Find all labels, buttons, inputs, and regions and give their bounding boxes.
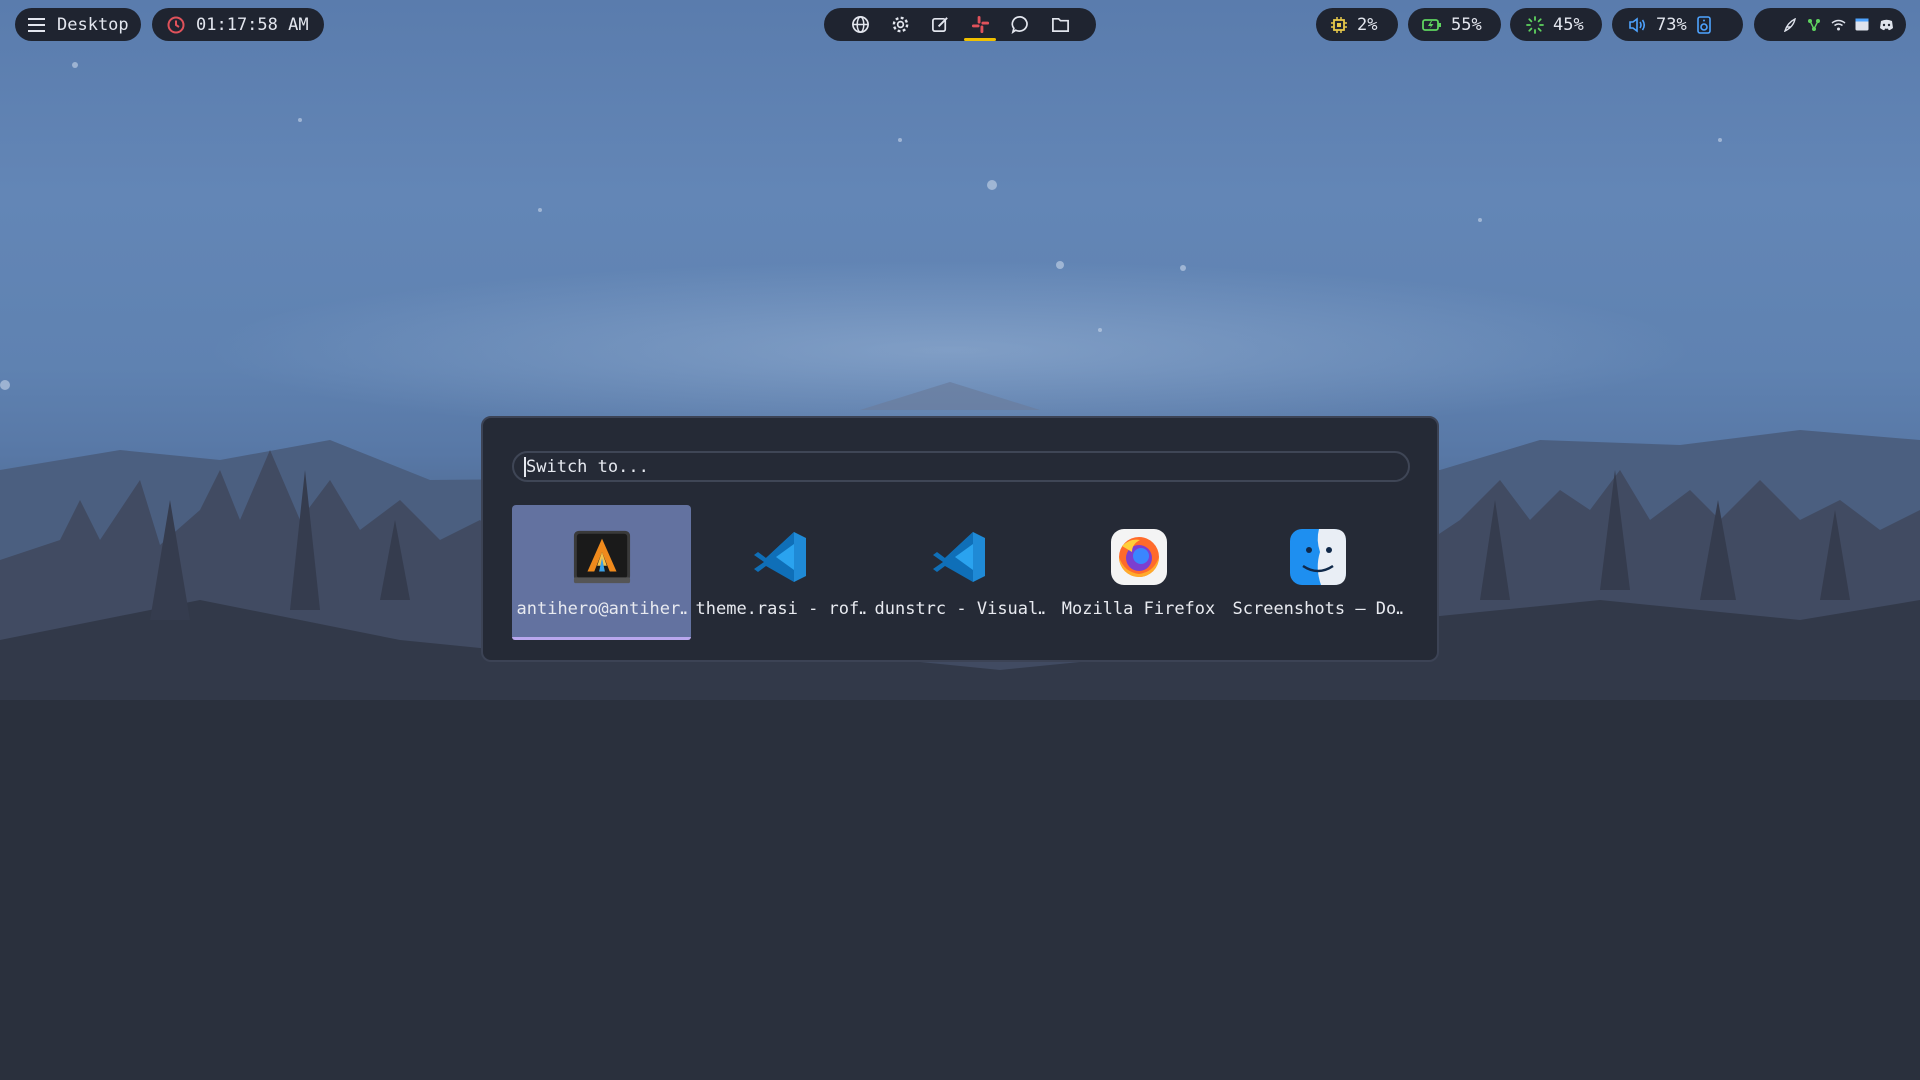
chat-bubble-icon bbox=[1010, 15, 1030, 34]
brightness-icon bbox=[1526, 15, 1544, 34]
switcher-item-firefox[interactable]: Mozilla Firefox bbox=[1049, 505, 1228, 640]
volume-icon bbox=[1628, 16, 1647, 33]
switcher-search-input[interactable] bbox=[524, 456, 1386, 477]
switcher-item-label: antihero@antiher… bbox=[516, 599, 687, 619]
clock-time: 01:17:58 AM bbox=[196, 14, 309, 35]
cpu-widget[interactable]: 2% bbox=[1316, 8, 1398, 41]
gear-icon bbox=[891, 15, 910, 34]
window-switcher: antihero@antiher… theme.rasi - rof… bbox=[481, 416, 1439, 662]
slack-icon bbox=[971, 15, 990, 34]
wifi-icon bbox=[1831, 19, 1846, 31]
vscode-icon bbox=[930, 527, 990, 587]
switcher-item-vscode-theme[interactable]: theme.rasi - rof… bbox=[691, 505, 870, 640]
battery-charging-icon bbox=[1422, 18, 1442, 32]
edit-icon bbox=[931, 15, 950, 34]
system-tray bbox=[1754, 8, 1906, 41]
switcher-item-label: dunstrc - Visual… bbox=[874, 599, 1045, 619]
clock-widget[interactable]: 01:17:58 AM bbox=[152, 8, 324, 41]
brightness-level: 45% bbox=[1553, 14, 1584, 35]
dock-slack-button[interactable] bbox=[960, 8, 1000, 41]
alacritty-terminal-icon bbox=[572, 527, 632, 587]
globe-icon bbox=[851, 15, 870, 34]
tray-app-2[interactable] bbox=[1802, 8, 1826, 41]
folder-icon bbox=[1051, 15, 1070, 34]
vscode-icon bbox=[751, 527, 811, 587]
app-dock bbox=[824, 8, 1096, 41]
tray-app-3[interactable] bbox=[1850, 8, 1874, 41]
switcher-item-vscode-dunstrc[interactable]: dunstrc - Visual… bbox=[870, 505, 1049, 640]
switcher-item-terminal[interactable]: antihero@antiher… bbox=[512, 505, 691, 640]
hamburger-menu-icon bbox=[28, 17, 45, 32]
switcher-search-box[interactable] bbox=[512, 451, 1410, 482]
feather-icon bbox=[1783, 17, 1797, 32]
battery-level: 55% bbox=[1451, 14, 1482, 35]
dock-settings-button[interactable] bbox=[880, 8, 920, 41]
dock-browser-button[interactable] bbox=[840, 8, 880, 41]
switcher-item-label: Mozilla Firefox bbox=[1061, 599, 1216, 619]
desktop-label: Desktop bbox=[57, 14, 129, 35]
window-icon bbox=[1855, 18, 1869, 31]
network-tree-icon bbox=[1807, 18, 1821, 32]
brightness-widget[interactable]: 45% bbox=[1510, 8, 1602, 41]
dock-chat-button[interactable] bbox=[1000, 8, 1040, 41]
volume-widget[interactable]: 73% bbox=[1612, 8, 1743, 41]
switcher-item-label: theme.rasi - rof… bbox=[695, 599, 866, 619]
tray-wifi[interactable] bbox=[1826, 8, 1850, 41]
finder-icon bbox=[1288, 527, 1348, 587]
volume-level: 73% bbox=[1656, 14, 1687, 35]
cpu-usage: 2% bbox=[1357, 14, 1378, 35]
dock-files-button[interactable] bbox=[1040, 8, 1080, 41]
clock-icon bbox=[167, 16, 185, 34]
desktop-menu-button[interactable]: Desktop bbox=[15, 8, 141, 41]
tray-discord[interactable] bbox=[1874, 8, 1898, 41]
firefox-icon bbox=[1109, 527, 1169, 587]
dock-editor-button[interactable] bbox=[920, 8, 960, 41]
switcher-window-list: antihero@antiher… theme.rasi - rof… duns… bbox=[512, 505, 1407, 640]
switcher-item-screenshots[interactable]: Screenshots — Do… bbox=[1228, 505, 1407, 640]
switcher-item-label: Screenshots — Do… bbox=[1232, 599, 1403, 619]
discord-icon bbox=[1879, 19, 1894, 31]
cpu-chip-icon bbox=[1330, 16, 1348, 34]
battery-widget[interactable]: 55% bbox=[1408, 8, 1501, 41]
tray-app-1[interactable] bbox=[1778, 8, 1802, 41]
speaker-device-icon bbox=[1696, 15, 1711, 34]
